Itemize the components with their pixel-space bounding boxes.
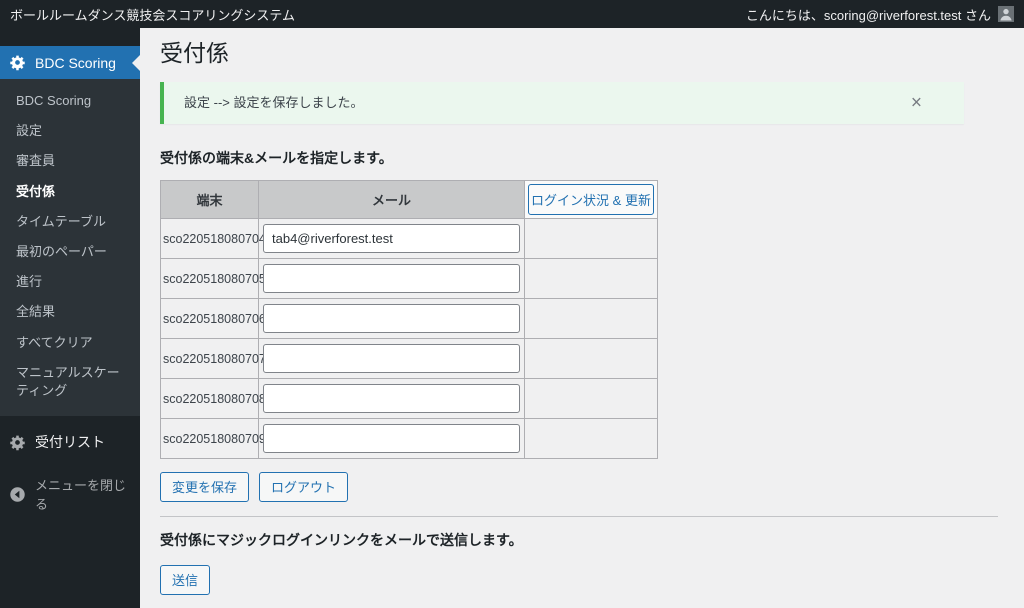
email-input[interactable]	[263, 304, 520, 333]
main-content: 受付係 設定 --> 設定を保存しました。 × 受付係の端末&メールを指定します…	[140, 28, 1024, 608]
table-row: sco220518080704	[160, 218, 658, 259]
collapse-menu-button[interactable]: メニューを閉じる	[0, 466, 140, 522]
table-row: sco220518080708	[160, 378, 658, 419]
terminal-id: sco220518080707	[160, 338, 266, 379]
sidebar-item-label: BDC Scoring	[35, 54, 116, 71]
admin-bar: ボールルームダンス競技会スコアリングシステム こんにちは、scoring@riv…	[0, 0, 1024, 28]
terminals-table: 端末 メール ログイン状況 & 更新 sco220518080704sco220…	[160, 180, 658, 459]
table-row: sco220518080709	[160, 418, 658, 459]
email-input[interactable]	[263, 384, 520, 413]
close-icon[interactable]: ×	[909, 92, 924, 115]
sidebar-item-label: 受付リスト	[35, 434, 105, 451]
sidebar-subitem[interactable]: 受付係	[0, 177, 140, 207]
site-title[interactable]: ボールルームダンス競技会スコアリングシステム	[10, 5, 295, 24]
logout-button[interactable]: ログアウト	[259, 472, 349, 502]
sidebar-subitem[interactable]: BDC Scoring	[0, 86, 140, 116]
sidebar-subitem[interactable]: 進行	[0, 267, 140, 297]
collapse-icon	[10, 486, 25, 502]
email-input[interactable]	[263, 264, 520, 293]
terminal-id: sco220518080705	[160, 258, 266, 299]
login-status-cell	[524, 258, 658, 299]
user-greeting[interactable]: こんにちは、scoring@riverforest.test さん	[746, 5, 991, 24]
sidebar-subitem[interactable]: マニュアルスケーティング	[0, 358, 140, 406]
terminal-column-header: 端末	[160, 180, 259, 219]
send-button[interactable]: 送信	[160, 565, 211, 595]
terminals-heading: 受付係の端末&メールを指定します。	[160, 150, 393, 166]
login-status-cell	[524, 298, 658, 339]
section-divider	[160, 516, 998, 517]
terminal-id: sco220518080704	[160, 218, 266, 259]
login-status-cell	[524, 218, 658, 259]
email-input[interactable]	[263, 224, 520, 253]
sidebar-subitem[interactable]: 最初のペーパー	[0, 237, 140, 267]
sidebar-item-bdc-scoring[interactable]: BDC Scoring	[0, 46, 140, 79]
magic-link-heading: 受付係にマジックログインリンクをメールで送信します。	[160, 532, 523, 548]
sidebar-subitem[interactable]: 全結果	[0, 297, 140, 327]
page-title: 受付係	[160, 40, 229, 66]
submenu-list: BDC Scoring 設定 審査員 受付係 タイムテーブル 最初のペーパー 進行 全結果 すべ…	[0, 79, 140, 417]
table-header-row: 端末 メール ログイン状況 & 更新	[160, 180, 658, 219]
table-row: sco220518080706	[160, 298, 658, 339]
sidebar-item-reception-list[interactable]: 受付リスト	[0, 424, 140, 460]
collapse-menu-label: メニューを閉じる	[35, 478, 127, 513]
terminal-id: sco220518080709	[160, 418, 266, 459]
gear-icon	[10, 55, 25, 71]
sidebar-subitem[interactable]: 設定	[0, 116, 140, 146]
login-status-cell	[524, 338, 658, 379]
user-avatar[interactable]	[998, 6, 1014, 22]
terminal-id: sco220518080708	[160, 378, 266, 419]
status-column-header: ログイン状況 & 更新	[524, 180, 658, 219]
sidebar-menu: BDC Scoring BDC Scoring 設定 審査員 受付係 タイムテーブル 最初…	[0, 28, 140, 608]
table-row: sco220518080707	[160, 338, 658, 379]
email-input[interactable]	[263, 424, 520, 453]
notice-message: 設定 --> 設定を保存しました。	[184, 95, 364, 110]
table-row: sco220518080705	[160, 258, 658, 299]
sidebar-subitem[interactable]: タイムテーブル	[0, 207, 140, 237]
login-status-refresh-button[interactable]: ログイン状況 & 更新	[528, 184, 654, 215]
gear-icon	[10, 435, 25, 450]
terminal-table-body: sco220518080704sco220518080705sco2205180…	[160, 218, 658, 459]
sidebar-subitem[interactable]: すべてクリア	[0, 328, 140, 358]
sidebar-subitem[interactable]: 審査員	[0, 146, 140, 176]
email-input[interactable]	[263, 344, 520, 373]
success-notice: 設定 --> 設定を保存しました。 ×	[160, 82, 964, 124]
login-status-cell	[524, 418, 658, 459]
login-status-cell	[524, 378, 658, 419]
save-changes-button[interactable]: 変更を保存	[160, 472, 250, 502]
email-column-header: メール	[258, 180, 525, 219]
terminal-id: sco220518080706	[160, 298, 266, 339]
